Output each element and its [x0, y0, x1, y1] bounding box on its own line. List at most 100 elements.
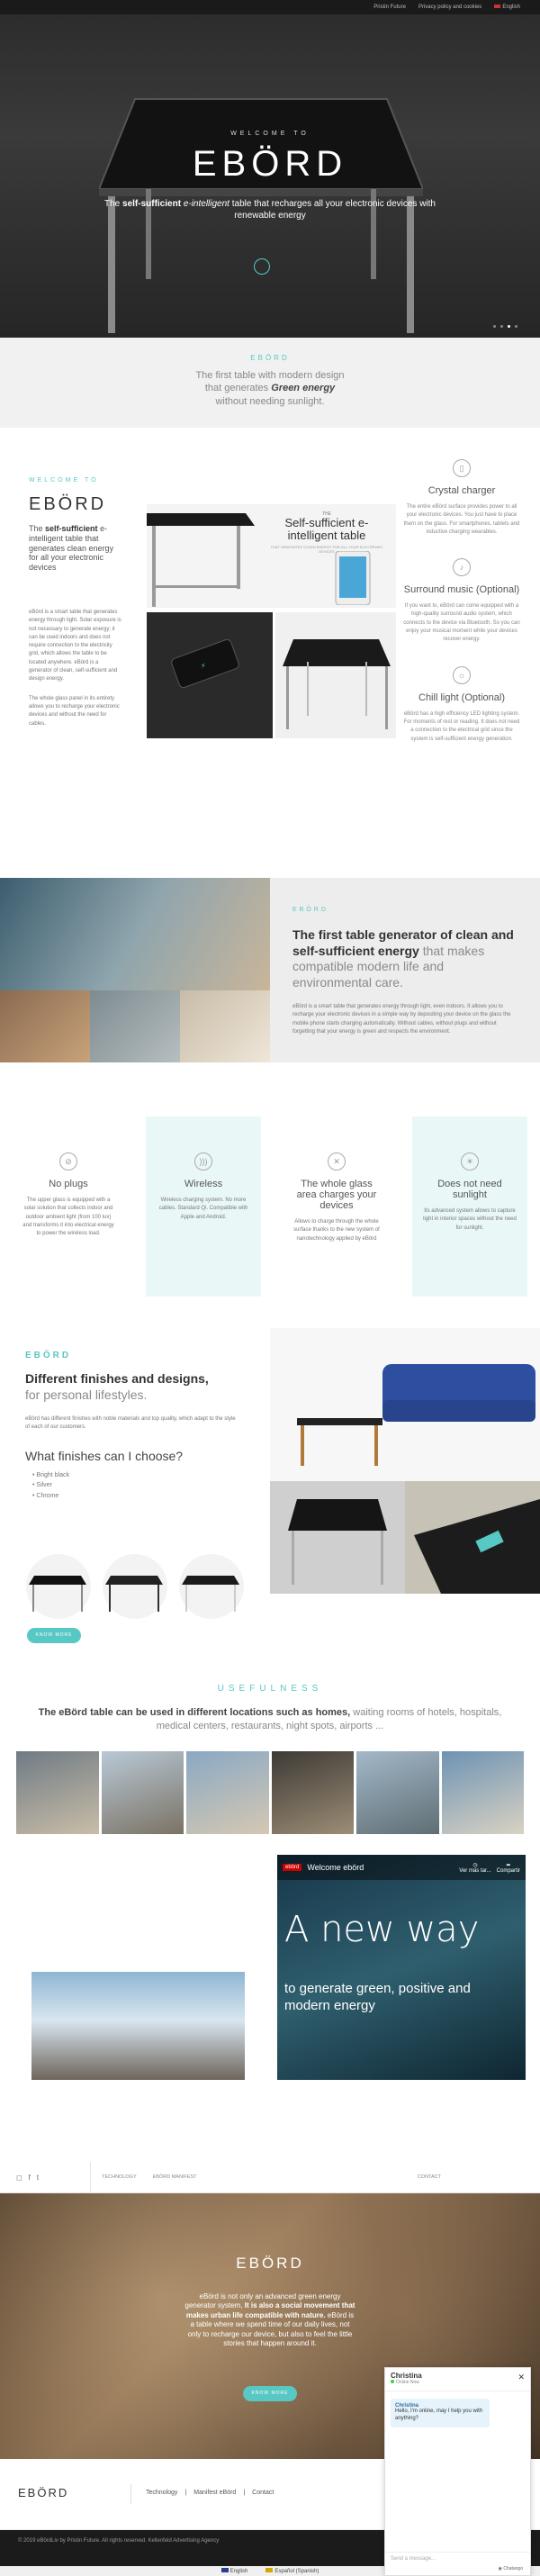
feature-surround-music: ♪ Surround music (Optional) If you want …: [403, 558, 520, 644]
finish-option: • Bright black: [32, 1471, 69, 1478]
copyright-text: © 2019 eBördLiv by Pristin Future. All r…: [18, 2538, 220, 2544]
finishes-title-bold: Different finishes and designs,: [25, 1371, 209, 1386]
about-eyebrow: WELCOME TO: [29, 477, 99, 484]
slider-dot[interactable]: [500, 325, 503, 328]
table-detail-image: [270, 1481, 405, 1594]
flag-spain-icon: [266, 2568, 274, 2572]
topbar-link-pristin[interactable]: Pristin Future: [374, 5, 406, 10]
generator-text: EBÖRD The first table generator of clean…: [292, 907, 518, 1036]
slider-dot[interactable]: [493, 325, 496, 328]
finishes-title-rest: for personal lifestyles.: [25, 1387, 148, 1402]
usefulness-section: USEFULNESS The eBörd table can be used i…: [27, 1684, 513, 1734]
intro-eyebrow: EBÖRD: [250, 354, 290, 362]
finishes-options: • Bright black • Silver • Chrome: [25, 1470, 241, 1503]
glass-surface-photo: [405, 1481, 540, 1594]
hero-tag-bold: self-sufficient: [122, 199, 182, 209]
finish-bright-black-image[interactable]: [25, 1553, 93, 1621]
marble-table-photo: [270, 1481, 405, 1594]
language-spanish[interactable]: Español (Spanish): [266, 2568, 319, 2574]
card-text: Its advanced system allows to capture li…: [423, 1208, 517, 1231]
slider-dot[interactable]: [508, 325, 510, 328]
finishes-text: EBÖRD Different finishes and designs, for…: [25, 1351, 241, 1502]
promo-know-more-button[interactable]: KNOW MORE: [243, 2386, 297, 2401]
speaker-icon: ♪: [453, 558, 471, 577]
location-photo[interactable]: [101, 1751, 184, 1834]
instagram-icon[interactable]: ◻: [16, 2174, 22, 2182]
footer-link-contact[interactable]: CONTACT: [418, 2174, 441, 2180]
know-more-button[interactable]: KNOW MORE: [27, 1628, 81, 1643]
slider-dot[interactable]: [515, 325, 518, 328]
about-column: WELCOME TO EBÖRD The self-sufficient e-i…: [29, 477, 122, 728]
card-no-plugs: ⊘ No plugs The upper glass is equipped w…: [11, 1116, 126, 1297]
chat-message: Christina Hello, I'm online, may I help …: [391, 2399, 490, 2427]
finishes-title: Different finishes and designs, for perso…: [25, 1371, 241, 1403]
location-photo[interactable]: [16, 1751, 99, 1834]
location-photo[interactable]: [441, 1751, 524, 1834]
twitter-icon[interactable]: t: [37, 2174, 39, 2182]
about-lead-bold: self-sufficient: [45, 524, 98, 533]
about-banner: THE Self-sufficient e-intelligent table …: [147, 504, 396, 608]
svg-text:⚡: ⚡: [201, 662, 206, 670]
feature-title: Crystal charger: [428, 485, 496, 496]
glass-phone-image: [405, 1481, 540, 1594]
intro-text: The first table with modern design that …: [0, 369, 540, 408]
feature-chill-light: ☼ Chill light (Optional) eBörd has a hig…: [403, 665, 520, 744]
finish-silver-image[interactable]: [102, 1553, 169, 1621]
chat-widget: Christina Online Now ✕ Christina Hello, …: [384, 2367, 531, 2576]
facebook-icon[interactable]: f: [29, 2174, 31, 2182]
locations-gallery: [16, 1751, 524, 1834]
chat-message-text: Hello, I'm online, may I help you with a…: [395, 2409, 483, 2421]
lifestyle-photo-grid: [0, 878, 270, 1062]
share-label: Compartir: [496, 1867, 520, 1874]
card-wireless: ))) Wireless Wireless charging system. N…: [146, 1116, 261, 1297]
hero-tag-italic: e-intelligent: [183, 199, 230, 209]
finish-option: • Chrome: [32, 1493, 59, 1500]
about-paragraph-1: eBörd is a smart table that generates en…: [29, 609, 122, 682]
watch-later-label: Ver más tar...: [459, 1867, 491, 1874]
location-photo[interactable]: [186, 1751, 269, 1834]
card-no-sunlight: ☀ Does not need sunlight Its advanced sy…: [412, 1116, 527, 1297]
video-channel-badge[interactable]: ebörd: [283, 1864, 302, 1871]
online-status-icon: [391, 2380, 394, 2383]
feature-text: The entire eBörd surface provides power …: [403, 504, 520, 535]
flag-uk-icon: [494, 5, 501, 8]
table-side-image: [147, 513, 255, 607]
card-text: Allows to charge through the whole surfa…: [293, 1219, 380, 1242]
card-glass-area: ✕ The whole glass area charges your devi…: [279, 1116, 394, 1297]
footer-link-manifest[interactable]: Manifest eBörd: [194, 2490, 236, 2496]
generator-eyebrow: EBÖRD: [292, 907, 328, 913]
location-photo[interactable]: [356, 1751, 439, 1834]
scroll-down-icon[interactable]: [254, 258, 270, 275]
usefulness-eyebrow: USEFULNESS: [217, 1684, 323, 1694]
footer-link-technology[interactable]: Technology: [146, 2490, 177, 2496]
language-english[interactable]: English: [220, 2568, 248, 2574]
terrace-photo: [32, 1972, 245, 2080]
feature-crystal-charger: ▯ Crystal charger The entire eBörd surfa…: [403, 459, 520, 537]
footer-link-contact[interactable]: Contact: [252, 2490, 274, 2496]
video-title[interactable]: Welcome ebörd: [307, 1863, 364, 1872]
location-photo[interactable]: [271, 1751, 354, 1834]
close-icon[interactable]: ✕: [518, 2373, 525, 2382]
promo-text: eBörd is not only an advanced green ener…: [184, 2292, 356, 2348]
feature-text: If you want to, eBörd can come equipped …: [403, 603, 520, 643]
finish-option-label: Chrome: [36, 1493, 59, 1500]
topbar-link-language[interactable]: English: [494, 5, 520, 10]
footer-logo[interactable]: EBÖRD: [18, 2486, 68, 2499]
footer-link-manifest[interactable]: EBÖRD MANIFEST: [153, 2174, 197, 2180]
usefulness-text: The eBörd table can be used in different…: [27, 1706, 513, 1734]
footer-link-technology[interactable]: TECHNOLOGY: [102, 2174, 137, 2180]
language-spanish-label: Español (Spanish): [274, 2569, 320, 2574]
watch-later-button[interactable]: ◷ Ver más tar...: [459, 1862, 490, 1874]
chat-powered[interactable]: ◉ Chatango: [385, 2566, 530, 2576]
slider-dots[interactable]: [493, 325, 518, 328]
finish-chrome-image[interactable]: [178, 1553, 246, 1621]
video-player[interactable]: ebörd Welcome ebörd ◷ Ver más tar... ➦ Com…: [277, 1855, 526, 2080]
topbar-link-privacy[interactable]: Privacy policy and cookies: [418, 5, 482, 10]
chat-status: Online Now: [396, 2380, 419, 2385]
footer-logo-divider: [130, 2484, 131, 2504]
phone-charger-icon: ▯: [453, 459, 471, 477]
about-logo: EBÖRD: [29, 494, 107, 514]
share-button[interactable]: ➦ Compartir: [497, 1862, 520, 1874]
chat-input[interactable]: Send a message...: [385, 2552, 530, 2566]
intro-line2: that generates: [204, 383, 269, 394]
